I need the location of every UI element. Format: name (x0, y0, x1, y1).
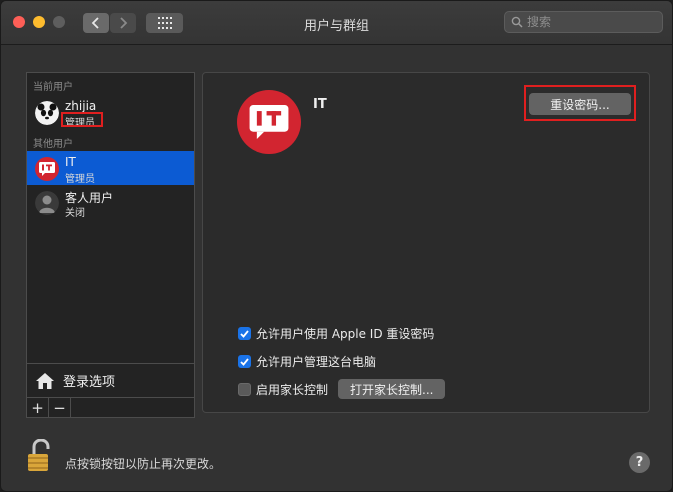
allow-admin-checkbox[interactable] (238, 355, 251, 368)
chevron-left-icon (91, 17, 99, 29)
preferences-window: 用户与群组 当前用户 zhijia 管理员 其他用户 (0, 0, 673, 492)
user-name: IT (65, 155, 76, 169)
chevron-right-icon (120, 17, 128, 29)
search-field[interactable] (504, 11, 663, 33)
user-avatar-large[interactable] (237, 90, 301, 154)
login-options-button[interactable]: 登录选项 (27, 363, 194, 397)
checkmark-icon (240, 329, 249, 338)
remove-user-button[interactable]: − (49, 398, 71, 417)
avatar (35, 101, 59, 125)
search-input[interactable] (527, 15, 607, 29)
unlocked-padlock-icon (28, 438, 50, 471)
avatar (35, 191, 59, 215)
user-role: 管理员 (65, 118, 95, 129)
parental-controls-row: 启用家长控制 打开家长控制... (238, 379, 446, 399)
search-icon (511, 16, 523, 28)
add-user-button[interactable]: + (27, 398, 49, 417)
back-button[interactable] (83, 13, 109, 33)
show-all-button[interactable] (146, 13, 183, 33)
user-detail-panel: IT 重设密码... 允许用户使用 Apple ID 重设密码 允许用户管理这台… (202, 72, 650, 413)
user-name: zhijia (65, 99, 97, 113)
user-item-guest[interactable]: 客人用户 关闭 (27, 185, 194, 219)
reset-password-button[interactable]: 重设密码... (529, 93, 631, 115)
zoom-window-button[interactable] (53, 16, 65, 28)
user-item-zhijia[interactable]: zhijia 管理员 (27, 95, 194, 129)
selected-user-name: IT (313, 97, 327, 112)
other-users-header: 其他用户 (33, 139, 73, 150)
allow-admin-row[interactable]: 允许用户管理这台电脑 (238, 353, 376, 370)
parental-controls-checkbox[interactable] (238, 382, 251, 396)
lock-hint-text: 点按锁按钮以防止再次更改。 (65, 457, 222, 471)
help-button[interactable]: ? (629, 452, 650, 473)
close-window-button[interactable] (13, 16, 25, 28)
allow-apple-id-reset-checkbox[interactable] (238, 327, 251, 340)
users-sidebar: 当前用户 zhijia 管理员 其他用户 IT 管理员 客人用户 关闭 登录选项… (26, 72, 195, 418)
forward-button[interactable] (110, 13, 136, 33)
checkmark-icon (240, 357, 249, 366)
user-role: 管理员 (65, 174, 95, 185)
grid-icon (157, 17, 172, 29)
checkbox-label: 启用家长控制 (256, 382, 329, 397)
open-parental-controls-button[interactable]: 打开家长控制... (338, 379, 446, 399)
current-users-header: 当前用户 (33, 82, 73, 93)
avatar (35, 157, 59, 181)
it-logo-icon (249, 105, 289, 139)
checkbox-label: 允许用户使用 Apple ID 重设密码 (256, 327, 435, 341)
allow-apple-id-reset-row[interactable]: 允许用户使用 Apple ID 重设密码 (238, 325, 434, 342)
title-bar: 用户与群组 (1, 1, 672, 45)
user-item-it[interactable]: IT 管理员 (27, 151, 194, 185)
minimize-window-button[interactable] (33, 16, 45, 28)
guest-user-icon (35, 191, 59, 215)
lock-button[interactable] (27, 438, 53, 473)
login-options-label: 登录选项 (63, 375, 116, 390)
avatar-panda-icon (35, 101, 59, 125)
house-icon (36, 372, 54, 389)
it-logo-icon (39, 162, 55, 176)
checkbox-label: 允许用户管理这台电脑 (256, 355, 377, 369)
user-role: 关闭 (65, 208, 85, 219)
add-remove-bar: + − (27, 397, 194, 417)
